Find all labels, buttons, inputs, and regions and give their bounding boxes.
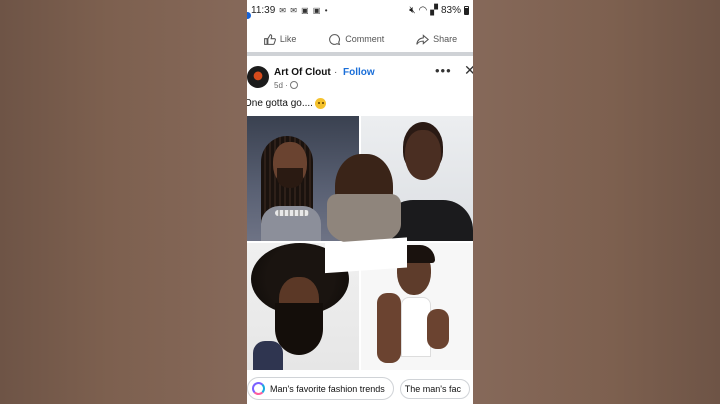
- phone-screen: 11:39 ✉ ✉ ▣ ▣ • 🔇︎ ◠ ▞ 83% Like Comment …: [247, 0, 473, 404]
- comment-label: Comment: [345, 34, 385, 44]
- mute-icon: 🔇︎: [409, 4, 416, 16]
- suggestion-chip[interactable]: The man's fac: [399, 378, 471, 399]
- status-bar: 11:39 ✉ ✉ ▣ ▣ • 🔇︎ ◠ ▞ 83%: [247, 0, 473, 20]
- suggestion-label: The man's fac: [404, 383, 462, 394]
- notification-icons: ✉ ✉ ▣ ▣ •: [279, 5, 329, 15]
- battery-percent: 83%: [440, 4, 461, 16]
- author-name[interactable]: Art Of Clout: [274, 67, 331, 78]
- thinking-emoji-icon: [314, 98, 326, 109]
- share-icon: [416, 33, 430, 45]
- suggestion-label: Man's favorite fashion trends: [270, 383, 385, 394]
- photo-bald-bearded-man-overlay: [325, 154, 407, 274]
- like-label: Like: [279, 34, 297, 44]
- wifi-icon: ◠: [418, 4, 428, 16]
- comment-icon: [329, 33, 341, 45]
- more-options-icon[interactable]: •••: [435, 63, 452, 78]
- ai-search-icon: [252, 382, 265, 395]
- caption-text: One gotta go....: [247, 98, 313, 109]
- signal-icon: ▞: [430, 4, 438, 16]
- globe-icon: [290, 81, 298, 89]
- share-button[interactable]: Share: [416, 33, 457, 46]
- author-avatar[interactable]: [247, 66, 269, 88]
- post-timestamp: 5d ·: [274, 81, 288, 90]
- share-label: Share: [433, 34, 458, 44]
- search-suggestions-row: Man's favorite fashion trends The man's …: [247, 373, 473, 404]
- comment-button[interactable]: Comment: [328, 33, 384, 46]
- suggestion-chip[interactable]: Man's favorite fashion trends: [247, 377, 394, 400]
- post-header: Art Of Clout · Follow 5d · ••• ✕: [247, 62, 473, 94]
- close-icon[interactable]: ✕: [464, 62, 473, 79]
- like-button[interactable]: Like: [263, 33, 297, 46]
- thumbs-up-icon: [264, 33, 276, 45]
- separator-dot: ·: [334, 67, 338, 78]
- status-time: 11:39: [251, 4, 276, 16]
- follow-button[interactable]: Follow: [343, 67, 375, 78]
- post-caption: One gotta go....: [247, 98, 326, 109]
- battery-icon: [464, 5, 469, 15]
- status-right: 🔇︎ ◠ ▞ 83%: [409, 5, 469, 16]
- post-photo[interactable]: [247, 116, 473, 370]
- post-action-bar: Like Comment Share: [247, 26, 473, 56]
